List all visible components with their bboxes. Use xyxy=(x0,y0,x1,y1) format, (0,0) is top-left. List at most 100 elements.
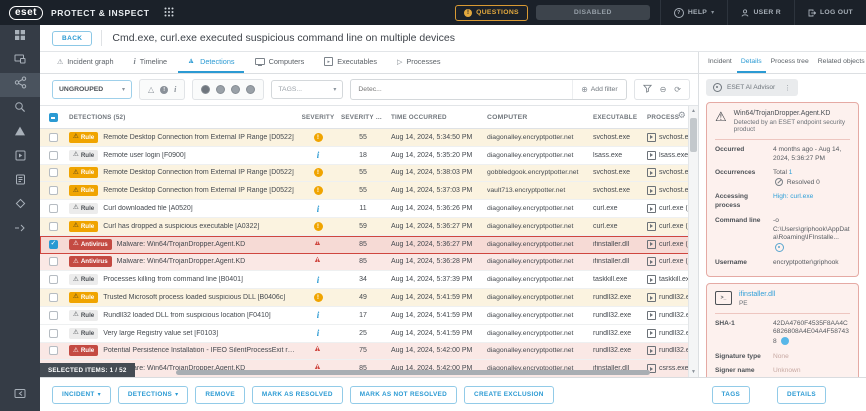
status-dot-icon[interactable] xyxy=(201,85,210,94)
column-executable[interactable]: EXECUTABLE xyxy=(590,114,644,121)
column-time-occurred[interactable]: TIME OCCURRED xyxy=(388,114,484,121)
panel-tab-related-objects[interactable]: Related objects xyxy=(814,52,866,73)
tab-detections[interactable]: Detections xyxy=(178,52,243,73)
sidebar-item-search[interactable] xyxy=(0,97,40,121)
scroll-up-icon[interactable]: ▲ xyxy=(689,108,698,114)
severity-high-filter-icon[interactable]: △ xyxy=(148,85,154,94)
row-checkbox[interactable] xyxy=(49,311,58,320)
reputation-icon[interactable] xyxy=(781,337,789,345)
user-menu[interactable]: USER R xyxy=(728,0,793,25)
column-settings-gear-icon[interactable]: ⚙ xyxy=(678,110,686,121)
add-filter-button[interactable]: ⊕Add filter xyxy=(572,80,626,99)
table-row[interactable]: ⚠AntivirusMalware: Win64/TrojanDropper.A… xyxy=(40,254,698,272)
status-dot-icon[interactable] xyxy=(246,85,255,94)
panel-tab-process-tree[interactable]: Process tree xyxy=(767,52,813,73)
row-checkbox[interactable] xyxy=(49,204,58,213)
disabled-button[interactable]: DISABLED xyxy=(536,5,650,20)
row-checkbox[interactable] xyxy=(49,329,58,338)
row-checkbox[interactable] xyxy=(49,293,58,302)
table-row[interactable]: ⚠RuleRundll32 loaded DLL from suspicious… xyxy=(40,307,698,325)
questions-button[interactable]: !QUESTIONS xyxy=(455,5,528,21)
severity-info-filter-icon[interactable]: i xyxy=(174,85,176,94)
status-dot-icon[interactable] xyxy=(216,85,225,94)
value-link[interactable]: 1 xyxy=(789,169,793,176)
column-computer[interactable]: COMPUTER xyxy=(484,114,590,121)
panel-tab-details[interactable]: Details xyxy=(737,52,766,73)
row-checkbox[interactable] xyxy=(49,133,58,142)
column-severity-score[interactable]: SEVERITY SCORE xyxy=(338,114,388,121)
detail-field: Signer nameUnknown xyxy=(715,364,850,377)
table-row[interactable]: ⚠RuleProcesses killing from command line… xyxy=(40,271,698,289)
select-all-checkbox[interactable] xyxy=(49,113,58,122)
table-row[interactable]: ⚠RuleCurl downloaded file [A0520] 11 Aug… xyxy=(40,200,698,218)
scroll-down-icon[interactable]: ▼ xyxy=(689,369,698,375)
severity-warn-icon xyxy=(314,293,323,302)
table-row[interactable]: ⚠RuleRemote Desktop Connection from Exte… xyxy=(40,129,698,147)
grouping-dropdown[interactable]: UNGROUPED▾ xyxy=(52,80,132,99)
row-checkbox[interactable] xyxy=(49,275,58,284)
tab-incident-graph[interactable]: ⚠Incident graph xyxy=(48,52,123,73)
column-detections[interactable]: DETECTIONS (52) xyxy=(66,114,298,121)
executable-name-link[interactable]: ifinstaller.dll xyxy=(739,291,775,298)
tags-button[interactable]: TAGS xyxy=(712,386,750,404)
tab-processes[interactable]: ▷Processes xyxy=(388,52,449,73)
sidebar-item-executables[interactable] xyxy=(0,145,40,169)
back-button[interactable]: BACK xyxy=(52,31,92,46)
tab-timeline[interactable]: iTimeline xyxy=(125,52,177,73)
detail-eye-icon[interactable] xyxy=(775,243,784,252)
table-row[interactable]: ⚠RuleVery large Registry value set [F010… xyxy=(40,325,698,343)
horizontal-scrollbar[interactable] xyxy=(176,370,650,375)
tags-dropdown[interactable]: TAGS...▾ xyxy=(271,80,343,99)
table-row[interactable]: ⚠RuleRemote user login [F0900] 18 Aug 14… xyxy=(40,147,698,165)
panel-tab-incident[interactable]: Incident xyxy=(704,52,736,73)
table-row[interactable]: ⚠RulePotential Persistence Installation … xyxy=(40,343,698,361)
row-checkbox[interactable] xyxy=(49,257,58,266)
sidebar-item-dashboard[interactable] xyxy=(0,25,40,49)
severity-score: 85 xyxy=(338,241,388,248)
filter-funnel-icon[interactable] xyxy=(643,84,652,95)
detections-button[interactable]: DETECTIONS▾ xyxy=(118,386,189,404)
sidebar-collapse-button[interactable] xyxy=(0,383,40,407)
vertical-scrollbar[interactable]: ▲▼ xyxy=(688,106,698,377)
table-row[interactable]: ⚠AntivirusMalware: Win64/TrojanDropper.A… xyxy=(40,236,698,254)
sidebar-item-more[interactable] xyxy=(0,217,40,241)
sidebar-item-detections[interactable] xyxy=(0,121,40,145)
logout-button[interactable]: LOG OUT xyxy=(795,0,866,25)
table-row[interactable]: ⚠RuleRemote Desktop Connection from Exte… xyxy=(40,165,698,183)
sidebar-item-scripts[interactable] xyxy=(0,169,40,193)
severity-warning-filter-icon[interactable]: ! xyxy=(160,86,168,94)
tab-computers[interactable]: Computers xyxy=(246,52,314,73)
sidebar-item-incidents[interactable] xyxy=(0,73,40,97)
table-row[interactable]: ⚠RuleCurl has dropped a suspicious execu… xyxy=(40,218,698,236)
help-menu[interactable]: ?HELP▾ xyxy=(661,0,728,25)
row-checkbox[interactable] xyxy=(49,186,58,195)
status-dot-icon[interactable] xyxy=(231,85,240,94)
kebab-menu-icon[interactable]: ⋮ xyxy=(784,84,791,92)
row-checkbox[interactable] xyxy=(49,151,58,160)
create-exclusion-button[interactable]: CREATE EXCLUSION xyxy=(464,386,554,404)
row-checkbox[interactable] xyxy=(49,346,58,355)
warning-triangle-icon: ⚠ xyxy=(73,259,79,266)
eset-ai-advisor-button[interactable]: ESET AI Advisor⋮ xyxy=(706,79,798,96)
details-button[interactable]: DETAILS xyxy=(777,386,826,404)
tab-executables[interactable]: ▸Executables xyxy=(315,52,386,73)
refresh-icon[interactable]: ⟳ xyxy=(674,85,681,94)
incident-button[interactable]: INCIDENT▾ xyxy=(52,386,111,404)
severity-score: 55 xyxy=(338,134,388,141)
row-checkbox[interactable] xyxy=(49,168,58,177)
remove-button[interactable]: REMOVE xyxy=(195,386,245,404)
row-checkbox[interactable] xyxy=(49,240,58,249)
mark-as-resolved-button[interactable]: MARK AS RESOLVED xyxy=(252,386,343,404)
table-row[interactable]: ⚠RuleTrusted Microsoft process loaded su… xyxy=(40,289,698,307)
sidebar-item-computers[interactable] xyxy=(0,49,40,73)
filter-presets-icon[interactable]: ⊖ xyxy=(660,85,667,94)
column-severity[interactable]: SEVERITY xyxy=(298,114,338,121)
value-link[interactable]: High: curl.exe xyxy=(773,193,813,200)
table-row[interactable]: ⚠RuleRemote Desktop Connection from Exte… xyxy=(40,182,698,200)
sidebar-item-events[interactable] xyxy=(0,193,40,217)
filter-search-input[interactable] xyxy=(351,86,572,93)
detections-section: ⚠Incident graphiTimelineDetectionsComput… xyxy=(40,52,698,377)
row-checkbox[interactable] xyxy=(49,222,58,231)
mark-as-not-resolved-button[interactable]: MARK AS NOT RESOLVED xyxy=(350,386,457,404)
app-grid-icon[interactable] xyxy=(164,4,174,22)
